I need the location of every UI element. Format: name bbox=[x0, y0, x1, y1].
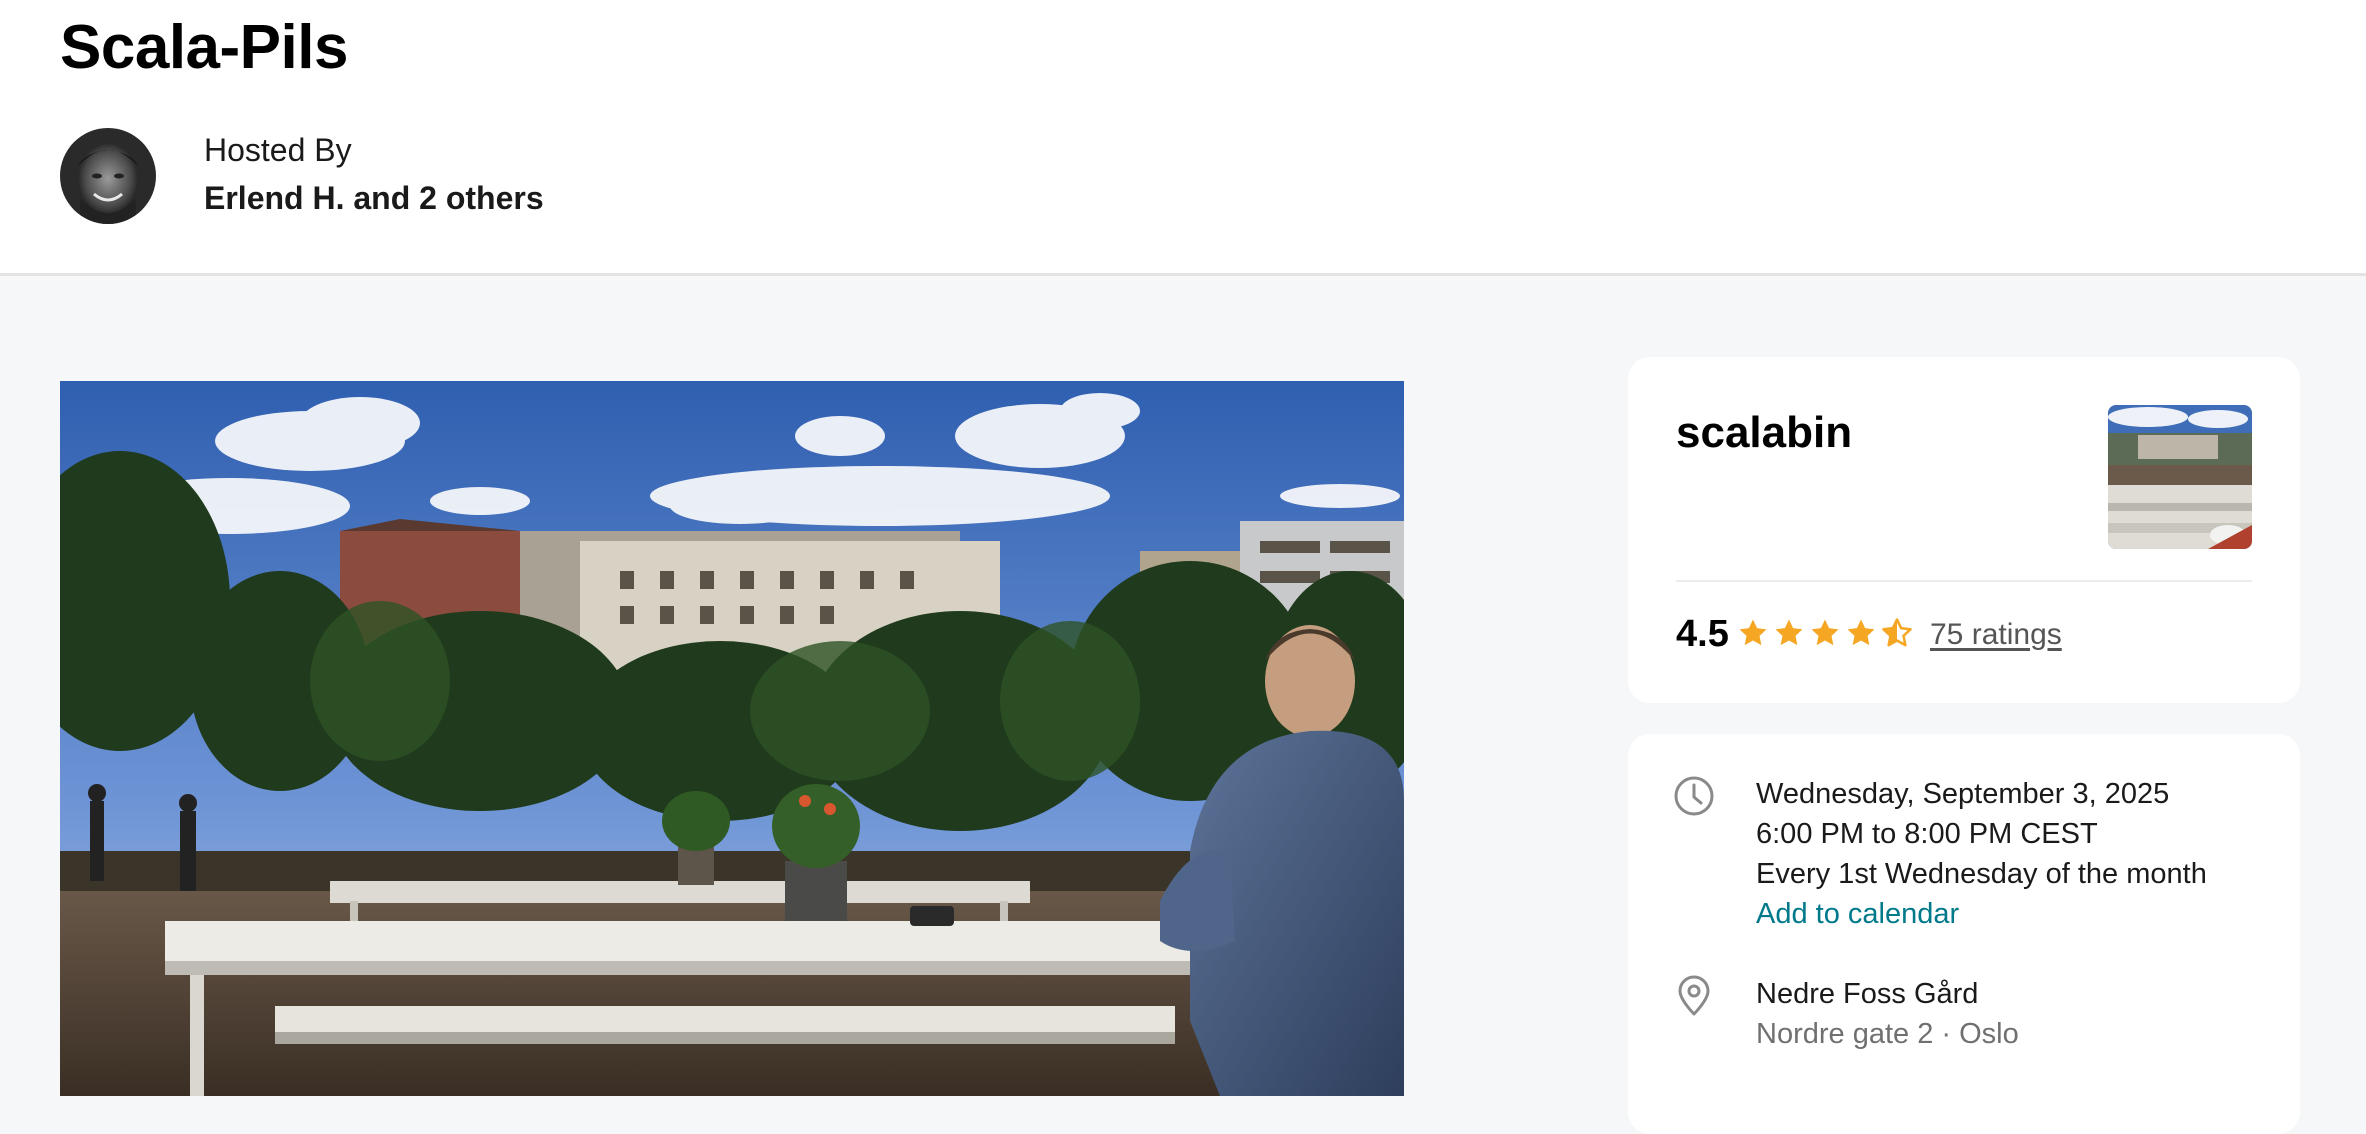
group-thumbnail[interactable] bbox=[2108, 405, 2252, 549]
hosted-by-label: Hosted By bbox=[204, 132, 352, 168]
event-header: Scala-Pils Hosted By Erlend H. and 2 oth… bbox=[0, 0, 2366, 276]
star-full-icon bbox=[1775, 619, 1803, 646]
add-to-calendar-link[interactable]: Add to calendar bbox=[1756, 894, 1959, 934]
clock-icon bbox=[1674, 776, 1714, 816]
location-pin-icon bbox=[1678, 975, 1710, 1016]
event-time: 6:00 PM to 8:00 PM CEST bbox=[1756, 818, 2098, 850]
group-name[interactable]: scalabin bbox=[1676, 405, 1852, 461]
ratings-link[interactable]: 75 ratings bbox=[1930, 615, 2062, 655]
star-full-icon bbox=[1847, 619, 1875, 646]
event-title: Scala-Pils bbox=[60, 13, 348, 82]
star-full-icon bbox=[1811, 619, 1839, 646]
star-half-icon bbox=[1882, 618, 1912, 647]
rating-stars bbox=[1736, 613, 1914, 653]
venue-name[interactable]: Nedre Foss Gård bbox=[1756, 974, 1978, 1014]
star-full-icon bbox=[1739, 619, 1767, 646]
host-avatar[interactable] bbox=[60, 128, 156, 224]
venue-address: Nordre gate 2 · Oslo bbox=[1756, 1018, 2019, 1050]
event-recurrence: Every 1st Wednesday of the month bbox=[1756, 858, 2207, 890]
rating-value: 4.5 bbox=[1676, 613, 1729, 655]
group-card-divider bbox=[1676, 580, 2252, 582]
event-date: Wednesday, September 3, 2025 bbox=[1756, 778, 2170, 810]
group-thumbnail-image bbox=[2108, 405, 2252, 549]
group-card[interactable]: scalabin 4.5 75 ratings bbox=[1628, 357, 2300, 703]
hero-image bbox=[60, 381, 1404, 1096]
event-hero-photo bbox=[60, 381, 1404, 1096]
event-details-card: Wednesday, September 3, 2025 6:00 PM to … bbox=[1628, 734, 2300, 1134]
host-avatar-image bbox=[60, 128, 156, 224]
host-name[interactable]: Erlend H. and 2 others bbox=[204, 178, 544, 218]
